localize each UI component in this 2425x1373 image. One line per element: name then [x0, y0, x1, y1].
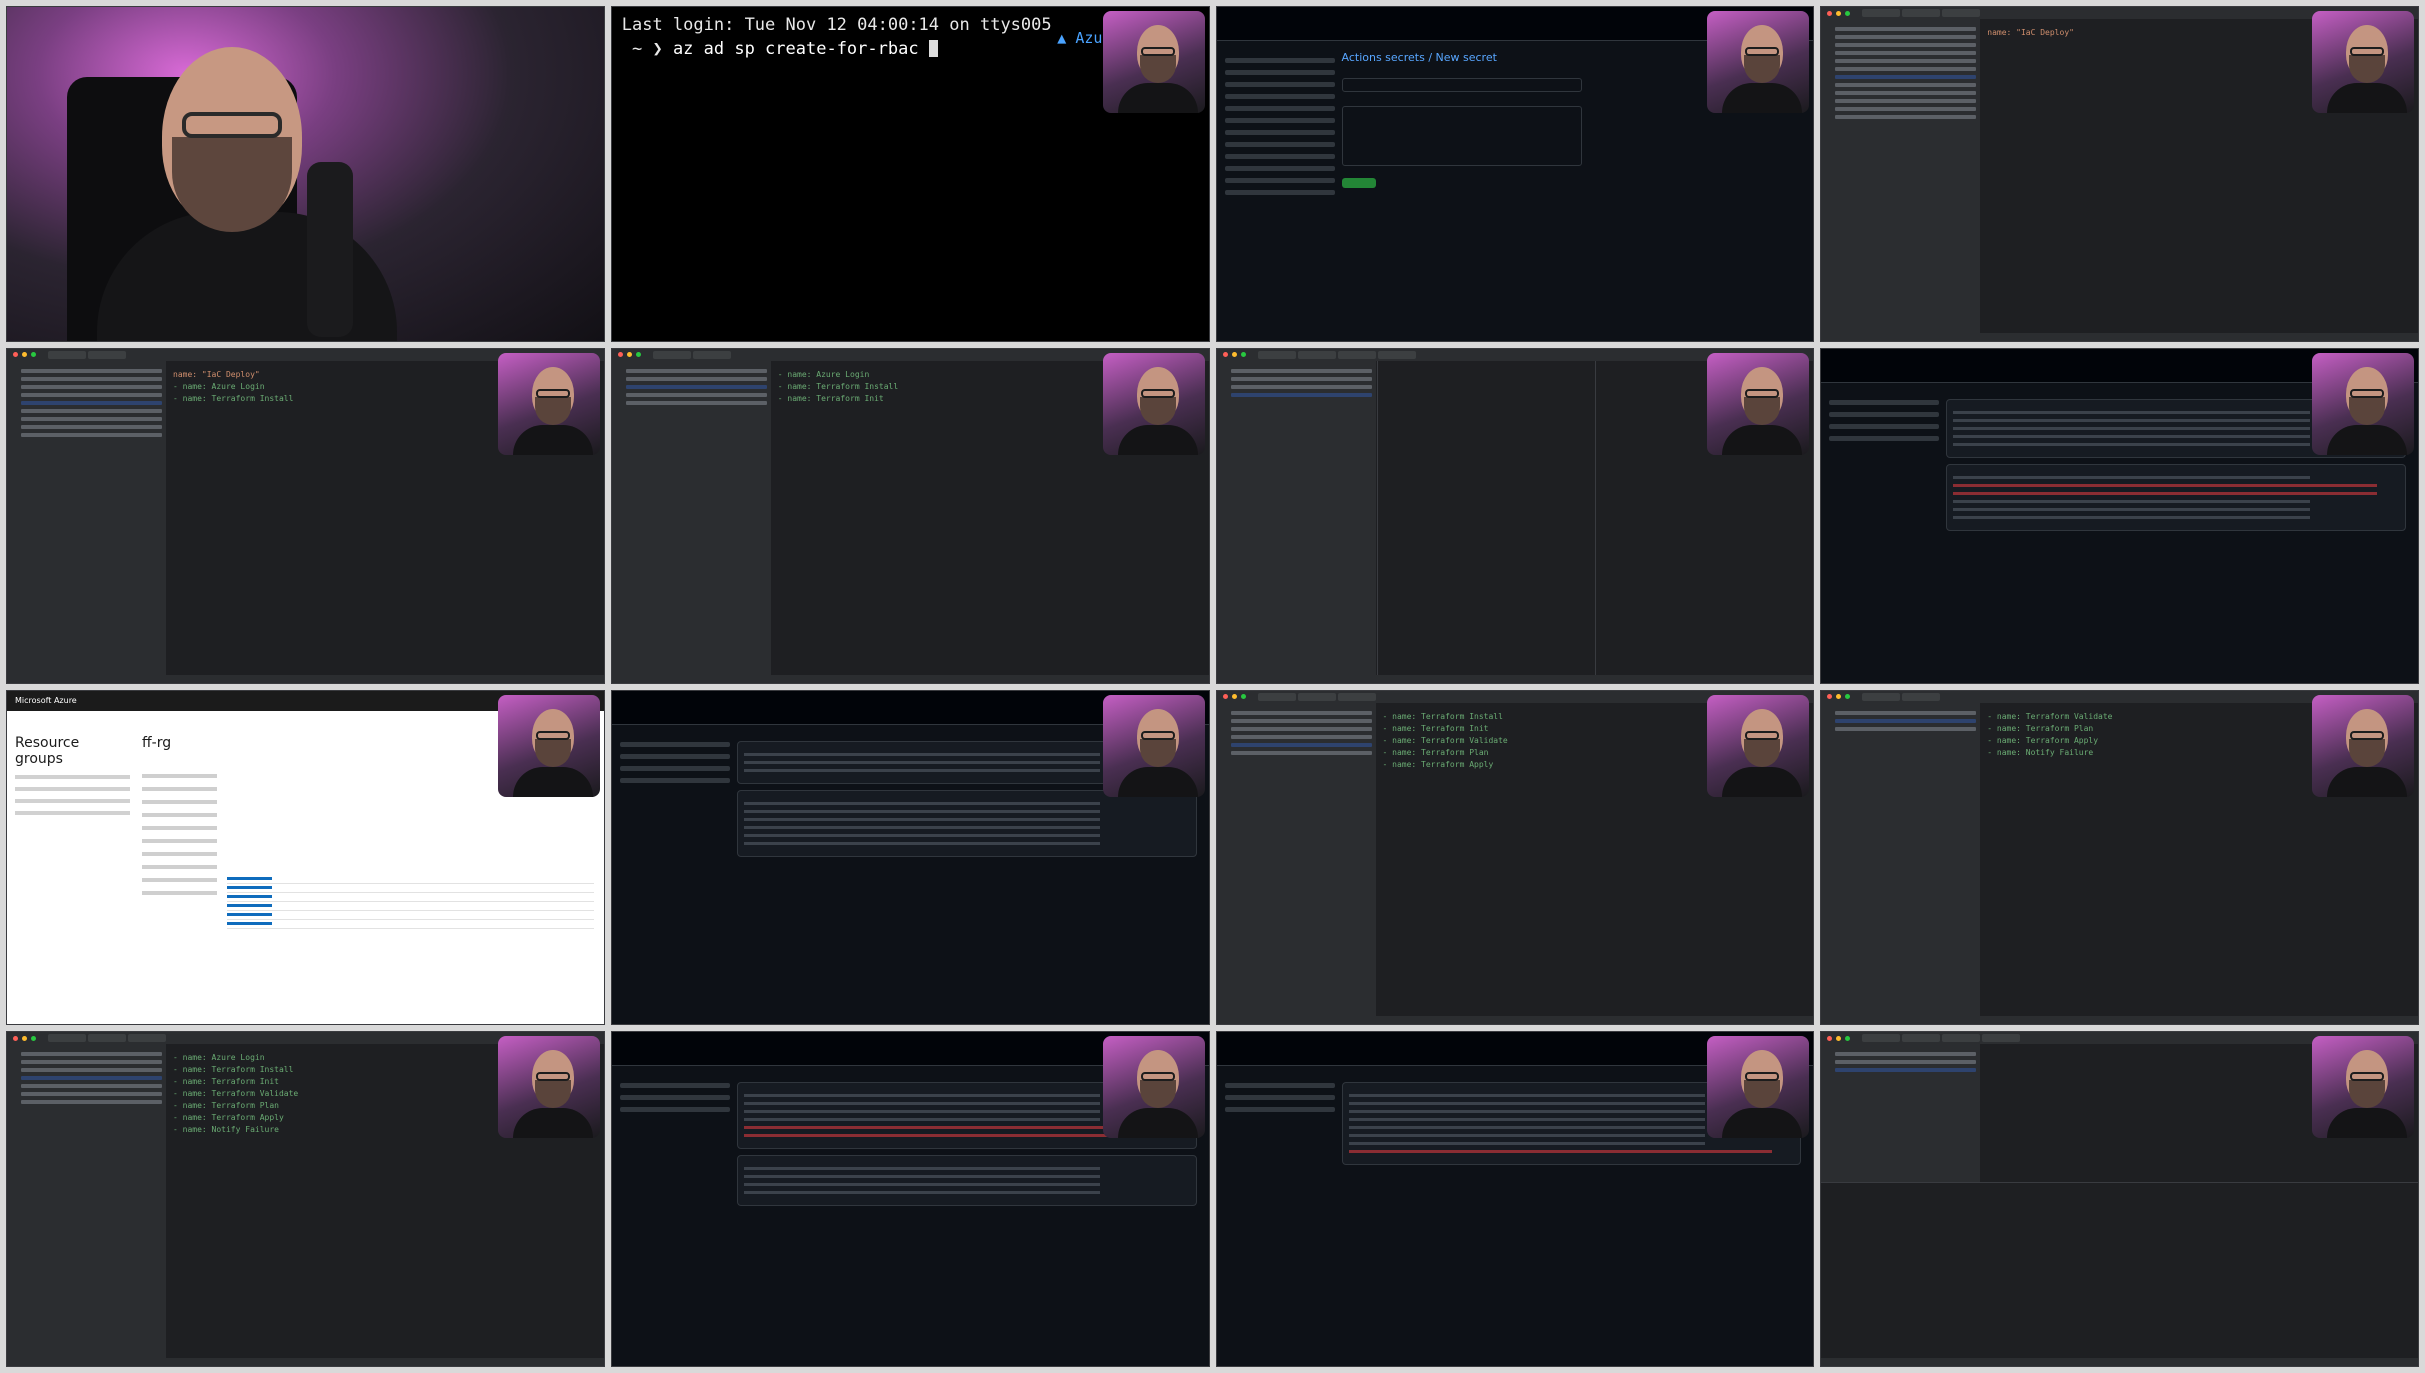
github-actions-run-tile-2[interactable]: [610, 689, 1210, 1026]
github-actions-run-tile-1[interactable]: [1820, 347, 2419, 684]
json-compare-tile[interactable]: [1215, 347, 1815, 684]
ide-tile-3[interactable]: - name: Azure Login - name: Terraform In…: [610, 347, 1210, 684]
integrated-terminal[interactable]: [1821, 1182, 2418, 1358]
webcam-overlay: [2312, 1036, 2414, 1139]
project-tree[interactable]: [17, 1044, 167, 1358]
diff-left-pane[interactable]: [1376, 360, 1595, 675]
ide-terminal-tile[interactable]: [1820, 1031, 2419, 1367]
ide-tile-5[interactable]: - name: Terraform Validate - name: Terra…: [1820, 689, 2419, 1026]
webcam-overlay: [1102, 11, 1205, 113]
screenshot-grid: Last login: Tue Nov 12 04:00:14 on ttys0…: [0, 0, 2425, 1373]
webcam-overlay: [1102, 1036, 1205, 1139]
project-tree[interactable]: [1831, 1044, 1982, 1183]
add-secret-button[interactable]: [1341, 178, 1376, 188]
ide-tile-4[interactable]: - name: Terraform Install - name: Terraf…: [1215, 689, 1815, 1026]
secret-name-input[interactable]: [1341, 78, 1582, 92]
webcam-tile: [6, 6, 605, 342]
webcam-overlay: [2312, 694, 2414, 797]
resources-table[interactable]: [227, 875, 594, 929]
webcam-overlay: [1707, 11, 1810, 113]
webcam-overlay: [2312, 352, 2414, 455]
webcam-overlay: [497, 694, 600, 797]
webcam-overlay: [1102, 352, 1205, 455]
resource-groups-title: Resource groups: [15, 734, 80, 767]
webcam-overlay: [2312, 11, 2414, 113]
resource-groups-list: Resource groups: [15, 735, 130, 823]
webcam-overlay: [497, 1036, 600, 1139]
webcam-overlay: [1707, 694, 1810, 797]
terminal-cursor: [928, 40, 938, 57]
webcam-overlay: [1707, 1036, 1810, 1139]
microphone: [307, 162, 353, 337]
project-tree[interactable]: [1226, 360, 1377, 675]
ide-tile-1[interactable]: name: "IaC Deploy": [1820, 6, 2419, 342]
webcam-overlay: [497, 352, 600, 455]
project-tree[interactable]: [17, 360, 167, 675]
ide-tile-2[interactable]: name: "IaC Deploy" - name: Azure Login -…: [6, 347, 605, 684]
webcam-overlay: [1707, 352, 1810, 455]
github-new-secret-tile[interactable]: Actions secrets / New secret: [1215, 6, 1815, 342]
presenter-glasses: [182, 112, 282, 138]
azure-brand: Microsoft Azure: [15, 696, 77, 705]
project-tree[interactable]: [1226, 702, 1377, 1017]
azure-portal-tile[interactable]: Microsoft Azure Resource groups ff-rg: [6, 689, 605, 1026]
run-sidebar: [1224, 1076, 1335, 1119]
run-sidebar: [1829, 393, 1940, 448]
terminal-tile[interactable]: Last login: Tue Nov 12 04:00:14 on ttys0…: [610, 6, 1210, 342]
rg-menu[interactable]: [142, 765, 217, 904]
github-actions-run-tile-4[interactable]: [1215, 1031, 1815, 1367]
secret-value-textarea[interactable]: [1341, 106, 1582, 166]
project-tree[interactable]: [1831, 19, 1982, 333]
settings-sidebar: [1224, 51, 1335, 202]
ide-tile-6[interactable]: - name: Azure Login - name: Terraform In…: [6, 1031, 605, 1367]
command-text: az ad sp create-for-rbac: [672, 39, 929, 59]
commit-panel[interactable]: [1831, 702, 1982, 1017]
triangle-icon: ▲: [1057, 29, 1067, 47]
github-actions-run-tile-3[interactable]: [610, 1031, 1210, 1367]
project-tree[interactable]: [621, 360, 772, 675]
run-sidebar: [619, 735, 730, 790]
run-sidebar: [619, 1076, 730, 1119]
webcam-overlay: [1102, 694, 1205, 797]
prompt-symbol: ~ ❯: [621, 39, 673, 59]
